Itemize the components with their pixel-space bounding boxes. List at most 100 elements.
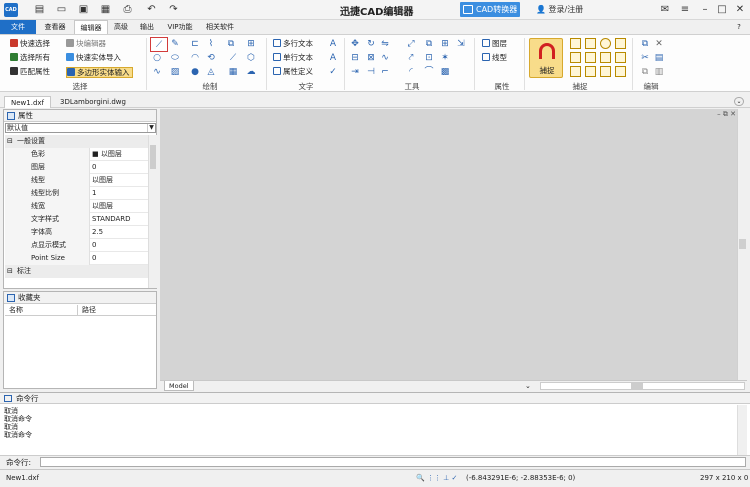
ellipse-icon[interactable]: ⬭ <box>170 53 180 63</box>
stretch-icon[interactable]: ⇲ <box>456 39 466 49</box>
quick-select-button[interactable]: 快速选择 <box>10 39 50 49</box>
redo-icon[interactable]: ↷ <box>168 4 179 15</box>
tab-vip[interactable]: VIP功能 <box>162 20 198 34</box>
property-row[interactable]: 图层 0 <box>5 161 148 174</box>
polyline-icon[interactable]: ⌇ <box>206 39 216 49</box>
spell-check-icon[interactable]: ✓ <box>328 67 338 77</box>
property-category[interactable]: ⊟ 标注 <box>5 265 148 278</box>
property-value[interactable]: 0 <box>92 252 148 265</box>
command-input[interactable] <box>40 457 746 467</box>
scale-icon[interactable]: ⤢ <box>406 39 416 49</box>
canvas-vertical-scrollbar[interactable] <box>737 109 747 380</box>
property-value[interactable]: ■ 以图层 <box>92 148 148 161</box>
property-value[interactable]: STANDARD <box>92 213 148 226</box>
snap-midpoint-icon[interactable] <box>570 66 581 77</box>
extend-icon[interactable]: ∿ <box>380 53 390 63</box>
property-category[interactable]: ⊟ 一般设置 <box>5 135 148 148</box>
move-icon[interactable]: ✥ <box>350 39 360 49</box>
properties-scrollbar[interactable] <box>148 135 157 288</box>
copy-icon[interactable]: ⧉ <box>424 39 434 49</box>
tab-viewer[interactable]: 查看器 <box>38 20 72 34</box>
snap-button[interactable]: 捕捉 <box>529 38 563 78</box>
copy-clip-icon[interactable]: ⧉ <box>640 67 650 77</box>
property-value[interactable]: 以图层 <box>92 200 148 213</box>
properties-selector[interactable]: 默认值 ▼ <box>5 123 156 133</box>
collapse-icon[interactable]: ⊟ <box>7 135 13 148</box>
brush-draw-icon[interactable]: ⟋ <box>228 53 238 63</box>
close-button[interactable]: ✕ <box>733 3 747 16</box>
circle-icon[interactable]: ○ <box>152 53 162 63</box>
property-row[interactable]: 点显示模式 0 <box>5 239 148 252</box>
column-path-header[interactable]: 路径 <box>77 305 96 316</box>
block-editor-button[interactable]: 块编辑器 <box>66 39 106 49</box>
arc-icon[interactable]: ◠ <box>190 53 200 63</box>
align-icon[interactable]: ⇥ <box>350 67 360 77</box>
mirror-icon[interactable]: ⇋ <box>380 39 390 49</box>
region-icon[interactable]: ◬ <box>206 67 216 77</box>
snap-tangent-icon[interactable] <box>615 38 626 49</box>
block-icon[interactable]: ⊞ <box>246 39 256 49</box>
pencil-icon[interactable]: ✎ <box>170 39 180 49</box>
minimize-button[interactable]: – <box>698 3 712 16</box>
tab-output[interactable]: 输出 <box>136 20 158 34</box>
open-file-icon[interactable]: ▭ <box>56 4 67 15</box>
snap-quadrant-icon[interactable] <box>585 66 596 77</box>
snap-endpoint-icon[interactable] <box>570 38 581 49</box>
menu-icon[interactable]: ≡ <box>678 3 692 16</box>
scroll-thumb[interactable] <box>631 383 643 389</box>
array-icon[interactable]: ⊞ <box>440 39 450 49</box>
offset-icon[interactable]: ⊟ <box>350 53 360 63</box>
copy-edit-icon[interactable]: ⧉ <box>640 39 650 49</box>
property-value[interactable]: 0 <box>92 161 148 174</box>
more-tabs-icon[interactable]: ⌄ <box>525 382 531 390</box>
tab-file[interactable]: 文件 <box>0 20 36 34</box>
explode-icon[interactable]: ✶ <box>440 53 450 63</box>
attr-def-button[interactable]: 属性定义 <box>273 67 313 77</box>
snap-center-icon[interactable] <box>600 38 611 49</box>
curve-icon[interactable]: ⌒ <box>424 67 434 77</box>
scroll-thumb[interactable] <box>739 239 746 249</box>
collapse-icon[interactable]: ⊟ <box>7 265 13 278</box>
property-row[interactable]: 线宽 以图层 <box>5 200 148 213</box>
rotate-icon[interactable]: ↻ <box>366 39 376 49</box>
table-icon[interactable]: ▦ <box>228 67 238 77</box>
doc-tab-lamborgini[interactable]: 3DLamborgini.dwg <box>54 96 132 108</box>
delete-icon[interactable]: ✕ <box>654 39 664 49</box>
image-icon[interactable]: ▩ <box>440 67 450 77</box>
line-tool-icon[interactable]: ⟋ <box>150 37 168 52</box>
layer-button[interactable]: 图层 <box>482 39 507 49</box>
message-icon[interactable]: ✉ <box>658 3 672 16</box>
doc-tab-new1[interactable]: New1.dxf <box>4 96 51 108</box>
canvas-window-controls[interactable]: – ⧉ ✕ <box>717 110 736 119</box>
property-value[interactable]: 以图层 <box>92 174 148 187</box>
snap-insert-icon[interactable] <box>600 66 611 77</box>
single-text-button[interactable]: 单行文本 <box>273 53 313 63</box>
help-icon[interactable]: ? <box>732 20 746 34</box>
snap-extension-icon[interactable] <box>615 52 626 63</box>
drawing-canvas[interactable]: – ⧉ ✕ <box>160 109 738 380</box>
snap-nearest-icon[interactable] <box>600 52 611 63</box>
chamfer-icon[interactable]: ⊡ <box>424 53 434 63</box>
arc-tool-icon[interactable]: ◜ <box>406 67 416 77</box>
tabs-dropdown-icon[interactable]: ⌄ <box>734 97 744 106</box>
trim-icon[interactable]: ⊠ <box>366 53 376 63</box>
save-as-icon[interactable]: ▦ <box>100 4 111 15</box>
snap-parallel-icon[interactable] <box>615 66 626 77</box>
point-icon[interactable]: ● <box>190 67 200 77</box>
column-name-header[interactable]: 名称 <box>9 305 23 316</box>
snap-intersection-icon[interactable] <box>570 52 581 63</box>
quick-entity-import-button[interactable]: 快速实体导入 <box>66 53 121 63</box>
tab-editor[interactable]: 编辑器 <box>74 20 108 34</box>
fillet-icon[interactable]: ⤤ <box>406 53 416 63</box>
hatch-icon[interactable]: ▨ <box>170 67 180 77</box>
snap-perpendicular-icon[interactable] <box>585 38 596 49</box>
print-icon[interactable]: ⎙ <box>122 4 133 15</box>
property-value[interactable]: 0 <box>92 239 148 252</box>
property-value[interactable]: 1 <box>92 187 148 200</box>
undo-icon[interactable]: ↶ <box>146 4 157 15</box>
spline-icon[interactable]: ∿ <box>152 67 162 77</box>
scroll-thumb[interactable] <box>150 145 156 169</box>
property-row[interactable]: Point Size 0 <box>5 252 148 265</box>
status-snap-icons[interactable]: 🔍 ⋮⋮ ⊥ ✓ <box>416 470 457 486</box>
rectangle-icon[interactable]: ⊏ <box>190 39 200 49</box>
